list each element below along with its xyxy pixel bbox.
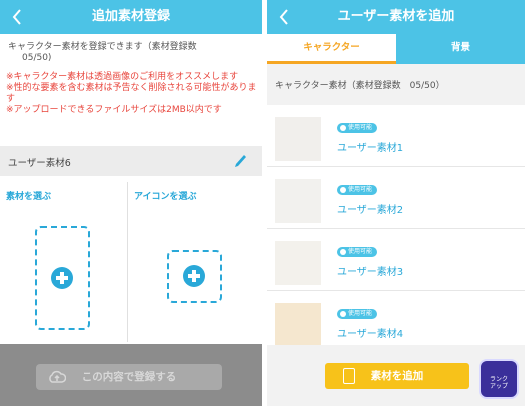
status-badge: 使用可能 xyxy=(337,185,378,195)
registration-notice: キャラクター素材を登録できます（素材登録数 05/50) xyxy=(8,42,258,64)
chevron-left-icon xyxy=(12,9,21,25)
section-header: キャラクター素材（素材登録数 05/50） xyxy=(267,64,525,104)
material-name-field[interactable]: ユーザー素材6 xyxy=(0,146,262,176)
user-material-screen: ユーザー素材を追加 キャラクター 背景 キャラクター素材（素材登録数 05/50… xyxy=(267,0,525,406)
rank-up-badge[interactable]: ランク アップ xyxy=(479,359,519,399)
footer-bar: 素材を追加 ランク アップ xyxy=(267,345,525,406)
document-icon xyxy=(343,368,355,384)
register-button-label: この内容で登録する xyxy=(81,371,177,383)
material-name-value: ユーザー素材6 xyxy=(8,158,71,169)
warning-text: ※キャラクター素材は透過画像のご利用をオススメします ※性的な要素を含む素材は予… xyxy=(6,72,260,116)
back-button[interactable] xyxy=(6,0,28,34)
status-badge: 使用可能 xyxy=(337,247,378,257)
material-name: ユーザー素材4 xyxy=(337,329,404,340)
add-material-label: 素材を追加 xyxy=(370,370,424,382)
cloud-upload-icon xyxy=(49,370,66,383)
notice-line: 05/50) xyxy=(22,53,52,63)
material-name: ユーザー素材1 xyxy=(337,143,404,154)
chooser-area: 素材を選ぶ アイコンを選ぶ xyxy=(0,182,262,342)
tab-character[interactable]: キャラクター xyxy=(267,34,396,64)
material-name: ユーザー素材3 xyxy=(337,267,404,278)
add-material-button[interactable]: 素材を追加 xyxy=(325,363,469,389)
page-title: ユーザー素材を追加 xyxy=(337,9,455,24)
choose-icon-panel: アイコンを選ぶ xyxy=(128,182,262,342)
choose-icon-label: アイコンを選ぶ xyxy=(134,192,197,202)
rank-up-text: ランク アップ xyxy=(489,376,508,390)
register-button[interactable]: この内容で登録する xyxy=(36,364,222,390)
page-title: 追加素材登録 xyxy=(91,9,170,24)
plus-circle-icon xyxy=(51,267,73,289)
material-thumbnail xyxy=(275,303,321,347)
choose-material-button[interactable] xyxy=(35,226,90,330)
list-item[interactable]: 使用可能 ユーザー素材2 xyxy=(267,167,525,229)
status-badge: 使用可能 xyxy=(337,123,378,133)
warning-line: ※アップロードできるファイルサイズは2MB以内です xyxy=(6,105,222,115)
chevron-left-icon xyxy=(279,9,288,25)
list-item[interactable]: 使用可能 ユーザー素材3 xyxy=(267,229,525,291)
notice-line: キャラクター素材を登録できます（素材登録数 xyxy=(8,42,197,52)
list-item[interactable]: 使用可能 ユーザー素材4 xyxy=(267,291,525,353)
add-material-screen: 追加素材登録 キャラクター素材を登録できます（素材登録数 05/50) ※キャラ… xyxy=(0,0,262,406)
header-bar: ユーザー素材を追加 xyxy=(267,0,525,34)
tab-bar: キャラクター 背景 xyxy=(267,34,525,64)
material-list[interactable]: 使用可能 ユーザー素材1 使用可能 ユーザー素材2 使用可能 ユーザー素材3 使… xyxy=(267,105,525,353)
choose-material-label: 素材を選ぶ xyxy=(6,192,52,202)
warning-line: ※キャラクター素材は透過画像のご利用をオススメします xyxy=(6,72,239,82)
section-label: キャラクター素材（素材登録数 05/50） xyxy=(275,81,445,91)
tab-background[interactable]: 背景 xyxy=(396,34,525,64)
choose-icon-button[interactable] xyxy=(167,250,222,303)
list-item[interactable]: 使用可能 ユーザー素材1 xyxy=(267,105,525,167)
material-thumbnail xyxy=(275,179,321,223)
back-button[interactable] xyxy=(273,0,295,34)
choose-material-panel: 素材を選ぶ xyxy=(0,182,128,342)
header-bar: 追加素材登録 xyxy=(0,0,262,34)
status-badge: 使用可能 xyxy=(337,309,378,319)
material-thumbnail xyxy=(275,241,321,285)
edit-pencil-icon[interactable] xyxy=(234,152,248,172)
plus-circle-icon xyxy=(183,265,205,287)
footer-bar: この内容で登録する xyxy=(0,344,262,406)
warning-line: ※性的な要素を含む素材は予告なく削除される可能性があります xyxy=(6,83,257,104)
material-thumbnail xyxy=(275,117,321,161)
material-name: ユーザー素材2 xyxy=(337,205,404,216)
